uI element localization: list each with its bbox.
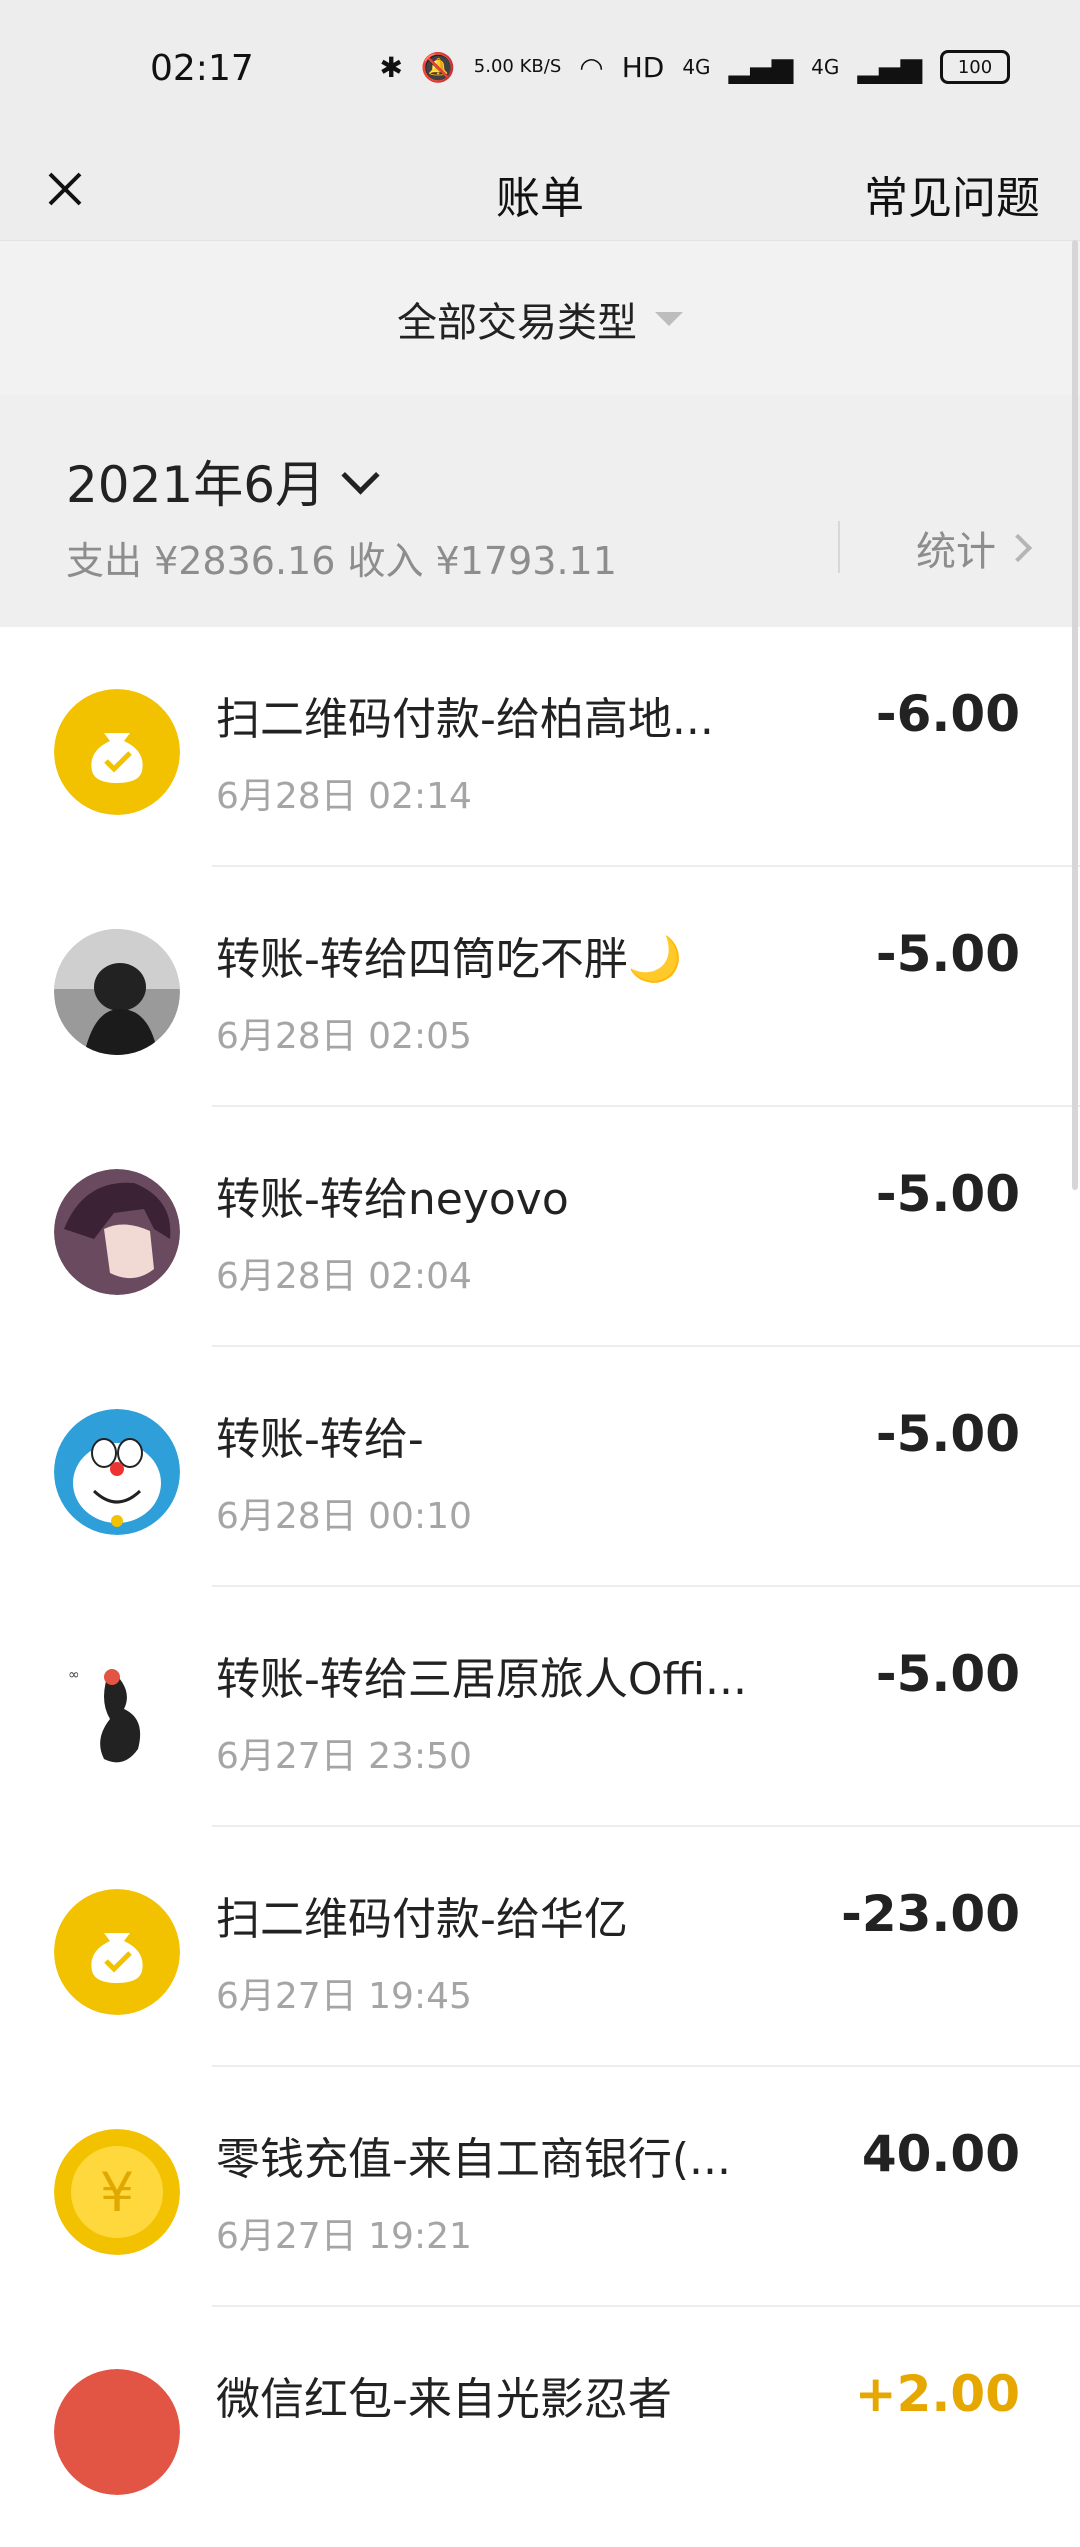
- transaction-title: 微信红包-来自光影忍者: [216, 2374, 672, 2425]
- statistics-link[interactable]: 统计: [916, 519, 1033, 577]
- transaction-date: 6月27日 19:21: [216, 2216, 472, 2257]
- transaction-row[interactable]: 转账-转给neyovo 6月28日 02:04 -5.00: [0, 1107, 1080, 1347]
- signal-2-icon: ▂▄▆: [857, 50, 922, 84]
- status-time: 02:17: [150, 48, 254, 89]
- transaction-row[interactable]: ¥ 零钱充值-来自工商银行(... 6月27日 19:21 40.00: [0, 2067, 1080, 2307]
- transaction-date: 6月27日 23:50: [216, 1736, 472, 1777]
- network-speed: 5.00 KB/S: [473, 56, 562, 77]
- avatar: [54, 1409, 180, 1535]
- transaction-date: 6月28日 02:14: [216, 776, 472, 817]
- transaction-title: 扫二维码付款-给华亿: [216, 1894, 628, 1945]
- money-bag-icon: [54, 689, 180, 815]
- transaction-title: 转账-转给四筒吃不胖🌙: [216, 934, 683, 985]
- transaction-date: 6月27日 19:45: [216, 1976, 472, 2017]
- transaction-amount: -23.00: [841, 1885, 1020, 1943]
- avatar: [54, 929, 180, 1055]
- status-bar: 02:17 ✱ 🔕 5.00 KB/S ◠ HD 4G ▂▄▆ 4G ▂▄▆ 1…: [0, 0, 1080, 140]
- money-bag-icon: [54, 1889, 180, 2015]
- month-summary: 2021年6月 支出 ¥2836.16 收入 ¥1793.11 统计: [0, 395, 1080, 627]
- transaction-list: 扫二维码付款-给柏高地... 6月28日 02:14 -6.00 转账-转给四筒…: [0, 627, 1080, 2547]
- svg-text:¥: ¥: [100, 2161, 134, 2224]
- caret-down-icon: [655, 311, 683, 326]
- transaction-date: 6月28日 02:04: [216, 1256, 472, 1297]
- transaction-amount: -6.00: [875, 685, 1020, 743]
- month-totals: 支出 ¥2836.16 收入 ¥1793.11: [66, 539, 617, 583]
- battery-level: 100: [957, 56, 993, 78]
- scrollbar[interactable]: [1072, 240, 1078, 1190]
- transaction-row[interactable]: 转账-转给四筒吃不胖🌙 6月28日 02:05 -5.00: [0, 867, 1080, 1107]
- faq-link[interactable]: 常见问题: [864, 162, 1040, 226]
- month-selector[interactable]: 2021年6月: [66, 445, 380, 517]
- transaction-title: 零钱充值-来自工商银行(...: [216, 2134, 732, 2185]
- signal-1-label: 4G: [682, 55, 711, 79]
- status-icons: ✱ 🔕 5.00 KB/S ◠ HD 4G ▂▄▆ 4G ▂▄▆ 100: [379, 50, 1010, 84]
- transaction-amount: -5.00: [875, 1405, 1020, 1463]
- transaction-type-filter[interactable]: 全部交易类型: [0, 240, 1080, 396]
- transaction-title: 转账-转给neyovo: [216, 1174, 569, 1225]
- signal-2-label: 4G: [811, 55, 840, 79]
- transaction-row[interactable]: 扫二维码付款-给华亿 6月27日 19:45 -23.00: [0, 1827, 1080, 2067]
- transaction-amount: -5.00: [875, 1645, 1020, 1703]
- transaction-row[interactable]: 微信红包-来自光影忍者 +2.00: [0, 2307, 1080, 2547]
- signal-1-icon: ▂▄▆: [728, 50, 794, 84]
- battery-icon: 100: [940, 50, 1010, 84]
- transaction-row[interactable]: ∞ 转账-转给三居原旅人Offi... 6月27日 23:50 -5.00: [0, 1587, 1080, 1827]
- avatar: [54, 1169, 180, 1295]
- transaction-row[interactable]: 转账-转给- 6月28日 00:10 -5.00: [0, 1347, 1080, 1587]
- month-label: 2021年6月: [66, 456, 326, 514]
- bluetooth-icon: ✱: [379, 50, 403, 84]
- transaction-date: 6月28日 02:05: [216, 1016, 472, 1057]
- hd-badge: HD: [621, 50, 665, 84]
- transaction-amount: -5.00: [875, 1165, 1020, 1223]
- nav-bar: 账单 常见问题: [0, 140, 1080, 240]
- divider: [838, 521, 840, 573]
- red-packet-icon: [54, 2369, 180, 2495]
- transaction-row[interactable]: 扫二维码付款-给柏高地... 6月28日 02:14 -6.00: [0, 627, 1080, 867]
- transaction-date: 6月28日 00:10: [216, 1496, 472, 1537]
- yen-coin-icon: ¥: [54, 2129, 180, 2255]
- avatar: ∞: [54, 1649, 180, 1775]
- chevron-right-icon: [1003, 533, 1033, 563]
- transaction-title: 转账-转给三居原旅人Offi...: [216, 1654, 748, 1705]
- mute-icon: 🔕: [420, 50, 456, 84]
- wifi-icon: ◠: [579, 50, 604, 84]
- transaction-title: 转账-转给-: [216, 1414, 424, 1465]
- transaction-title: 扫二维码付款-给柏高地...: [216, 694, 714, 745]
- chevron-down-icon: [341, 455, 380, 495]
- transaction-amount: -5.00: [875, 925, 1020, 983]
- transaction-amount: 40.00: [861, 2125, 1020, 2183]
- statistics-label: 统计: [916, 529, 996, 575]
- transaction-amount: +2.00: [854, 2365, 1020, 2423]
- svg-text:∞: ∞: [68, 1667, 80, 1683]
- filter-label: 全部交易类型: [397, 299, 637, 346]
